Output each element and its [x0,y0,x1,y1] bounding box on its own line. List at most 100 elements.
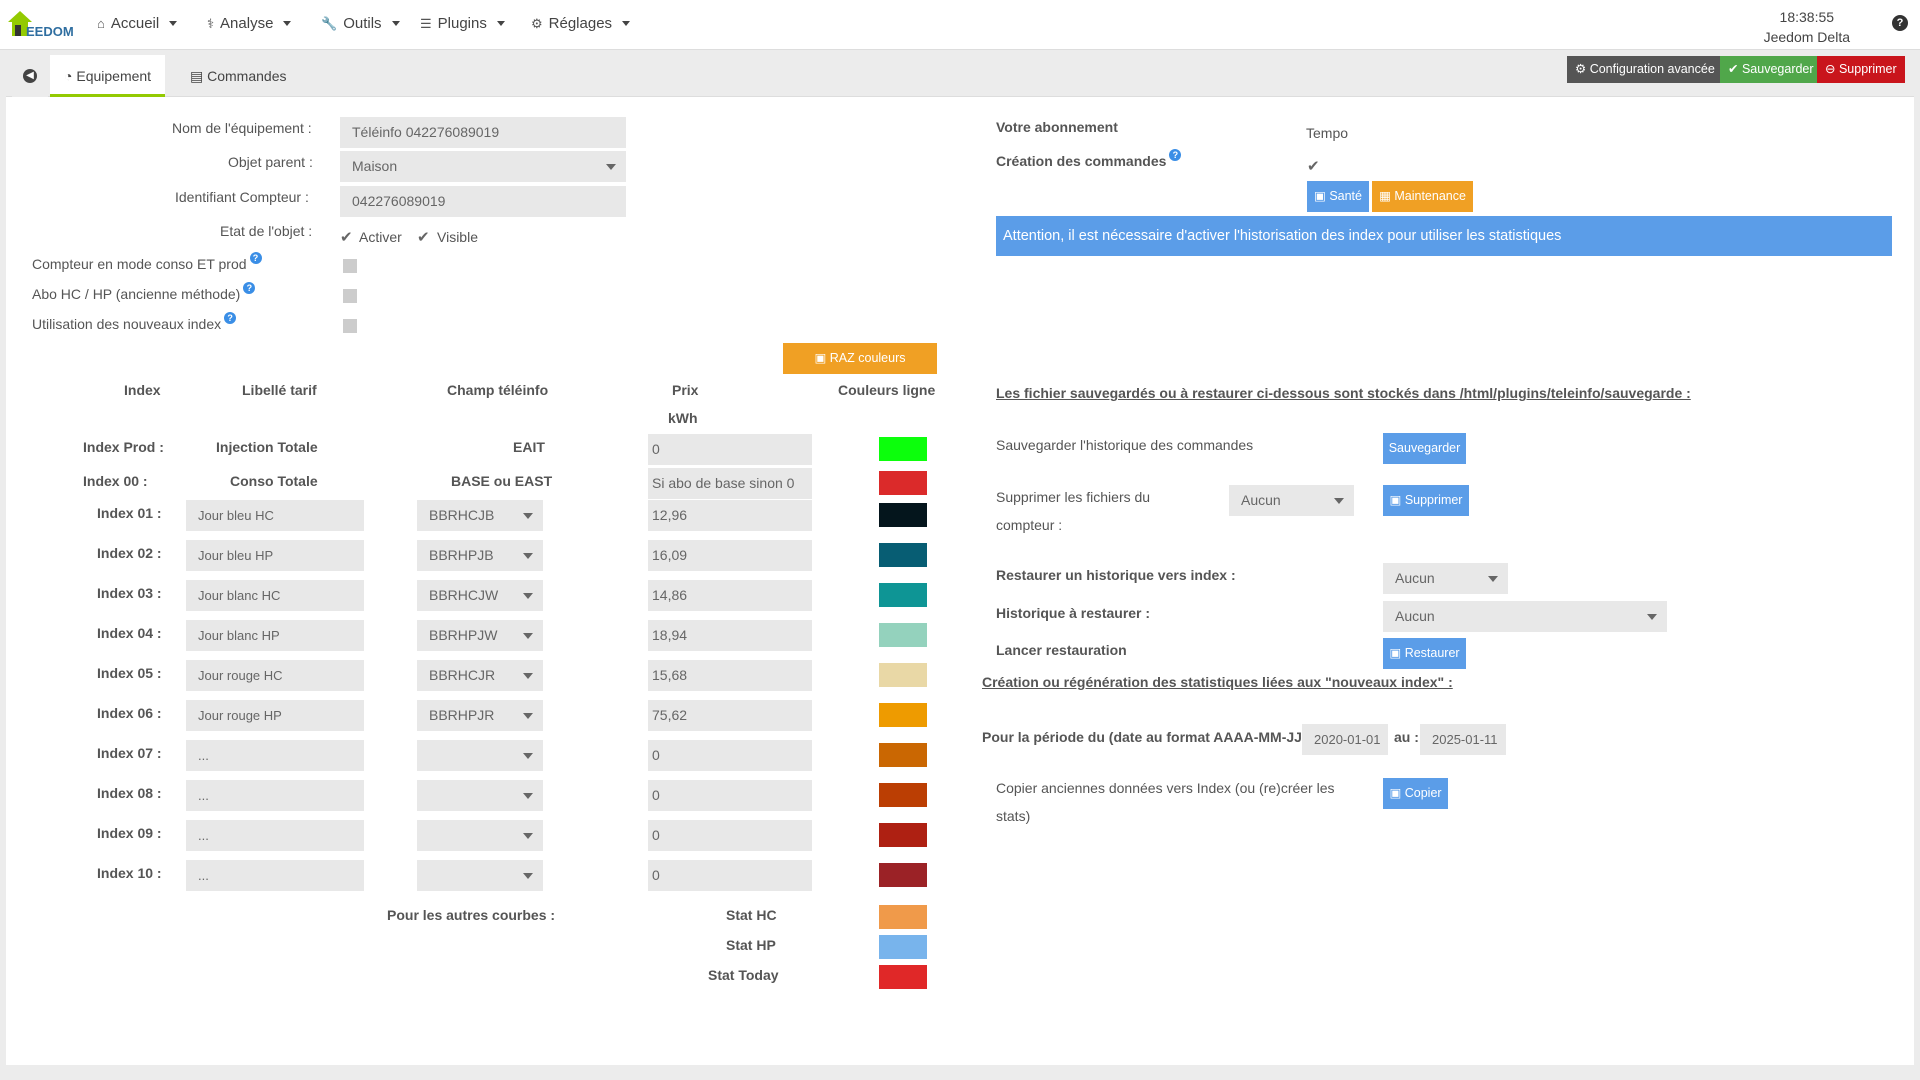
index-00-champ: BASE ou EAST [451,473,553,489]
help-icon[interactable]: ? [249,252,262,264]
index-row-label: Index 08 : [97,785,162,801]
delete-files-button[interactable]: ▣ Supprimer [1383,485,1469,516]
tab-equipement[interactable]: ◔ Equipement [50,55,166,97]
new-index-checkbox[interactable] [343,319,357,333]
raz-colors-button[interactable]: ▣ RAZ couleurs [783,343,937,374]
index-row-tarif-input[interactable]: Jour bleu HC [186,500,364,531]
conso-prod-checkbox[interactable] [343,259,357,273]
index-row-color[interactable] [879,583,927,607]
index-row-prix-input[interactable]: 14,86 [648,580,812,611]
tab-commandes-label: Commandes [207,68,287,84]
cogs-icon: ⚙ [1575,62,1587,76]
index-row-prix-input[interactable]: 0 [648,860,812,891]
index-row-color[interactable] [879,663,927,687]
copy-button[interactable]: ▣ Copier [1383,778,1448,809]
save-button[interactable]: ✔ Sauvegarder [1720,56,1822,83]
index-row-tarif-input[interactable]: Jour blanc HP [186,620,364,651]
index-row-color[interactable] [879,743,927,767]
index-row-color[interactable] [879,503,927,527]
index-row-champ-select[interactable] [417,740,543,771]
tab-commandes[interactable]: ▤ Commandes [176,55,301,97]
restore-button[interactable]: ▣ Restaurer [1383,638,1466,669]
index-row-color[interactable] [879,703,927,727]
restore-index-select[interactable]: Aucun [1383,563,1508,594]
index-row-tarif-input[interactable]: Jour rouge HC [186,660,364,691]
index-row-champ-select[interactable] [417,820,543,851]
index-row-prix-input[interactable]: 16,09 [648,540,812,571]
index-row-prix-input[interactable]: 18,94 [648,620,812,651]
index-row-color[interactable] [879,783,927,807]
jeedom-logo[interactable]: EEDOM [6,8,78,40]
menu-reglages[interactable]: ⚙ Réglages [531,15,631,32]
index-row-prix-input[interactable]: 0 [648,740,812,771]
meter-input[interactable]: 042276089019 [340,186,626,217]
menu-plugins[interactable]: ☰ Plugins [420,15,505,32]
visible-label: Visible [437,229,478,245]
index-row-champ-select[interactable]: BBRHCJB [417,500,543,531]
index-row-prix-input[interactable]: 15,68 [648,660,812,691]
cmd-creation-checkbox[interactable]: ✔ [1307,157,1320,175]
clock-time: 18:38:55 [1779,9,1835,25]
activate-checkbox[interactable]: ✔ [340,228,353,246]
index-row-tarif-input[interactable]: ... [186,780,364,811]
date-to-input[interactable]: 2025-01-11 [1420,724,1506,755]
index-row-color[interactable] [879,823,927,847]
hchp-label: Abo HC / HP (ancienne méthode)? [32,282,256,302]
index-row-tarif-input[interactable]: ... [186,860,364,891]
wrench-icon: 🔧 [321,15,338,31]
hchp-checkbox[interactable] [343,289,357,303]
stat-hc-color[interactable] [879,905,927,929]
save-history-label: Sauvegarder l'historique des commandes [996,437,1254,453]
back-button[interactable]: ◀ [12,55,48,97]
index-row-prix-input[interactable]: 0 [648,820,812,851]
arrow-left-icon: ◀ [23,69,37,83]
menu-analyse[interactable]: ⚕ Analyse [207,15,292,32]
visible-checkbox[interactable]: ✔ [417,228,430,246]
index-row-tarif-input[interactable]: Jour rouge HP [186,700,364,731]
help-icon[interactable]: ? [224,312,237,324]
index-row-tarif-input[interactable]: Jour blanc HC [186,580,364,611]
index-row-champ-select[interactable]: BBRHPJW [417,620,543,651]
index-row-champ-select[interactable]: BBRHCJW [417,580,543,611]
caret-down-icon [391,21,400,26]
user-name[interactable]: Jeedom Delta [1764,27,1850,47]
help-icon[interactable]: ? [243,282,256,294]
index-row-prix-input[interactable]: 75,62 [648,700,812,731]
maintenance-button[interactable]: ▦ Maintenance [1372,181,1473,212]
parent-select[interactable]: Maison [340,151,626,182]
header-prix: Prix [672,382,699,398]
index-row-champ-select[interactable] [417,860,543,891]
copy-label-2: stats) [996,808,1031,824]
index-row-color[interactable] [879,543,927,567]
index-row-color[interactable] [879,623,927,647]
delete-files-select[interactable]: Aucun [1229,485,1354,516]
help-icon[interactable]: ? [1169,149,1182,161]
index-row-champ-select[interactable] [417,780,543,811]
index-prod-prix[interactable]: 0 [648,434,812,465]
save-history-button[interactable]: Sauvegarder [1383,433,1466,464]
header-index: Index [124,382,161,398]
help-icon[interactable]: ? [1892,15,1908,31]
index-row-tarif-input[interactable]: ... [186,740,364,771]
index-00-prix[interactable]: Si abo de base sinon 0 [648,468,812,499]
advanced-config-button[interactable]: ⚙ Configuration avancée [1567,56,1723,83]
index-00-color[interactable] [879,471,927,495]
index-row-prix-input[interactable]: 12,96 [648,500,812,531]
name-input[interactable]: Téléinfo 042276089019 [340,117,626,148]
stat-hp-color[interactable] [879,935,927,959]
index-row-champ-select[interactable]: BBRHPJB [417,540,543,571]
stat-today-color[interactable] [879,965,927,989]
index-row-tarif-input[interactable]: Jour bleu HP [186,540,364,571]
index-row-prix-input[interactable]: 0 [648,780,812,811]
index-row-champ-select[interactable]: BBRHCJR [417,660,543,691]
index-row-champ-select[interactable]: BBRHPJR [417,700,543,731]
index-prod-color[interactable] [879,437,927,461]
index-row-color[interactable] [879,863,927,887]
menu-accueil[interactable]: ⌂ Accueil [97,15,178,32]
health-button[interactable]: ▣ Santé [1307,181,1369,212]
history-restore-select[interactable]: Aucun [1383,601,1667,632]
delete-button[interactable]: ⊖ Supprimer [1817,56,1905,83]
menu-outils[interactable]: 🔧 Outils [321,15,400,32]
date-from-input[interactable]: 2020-01-01 [1302,724,1388,755]
index-row-tarif-input[interactable]: ... [186,820,364,851]
